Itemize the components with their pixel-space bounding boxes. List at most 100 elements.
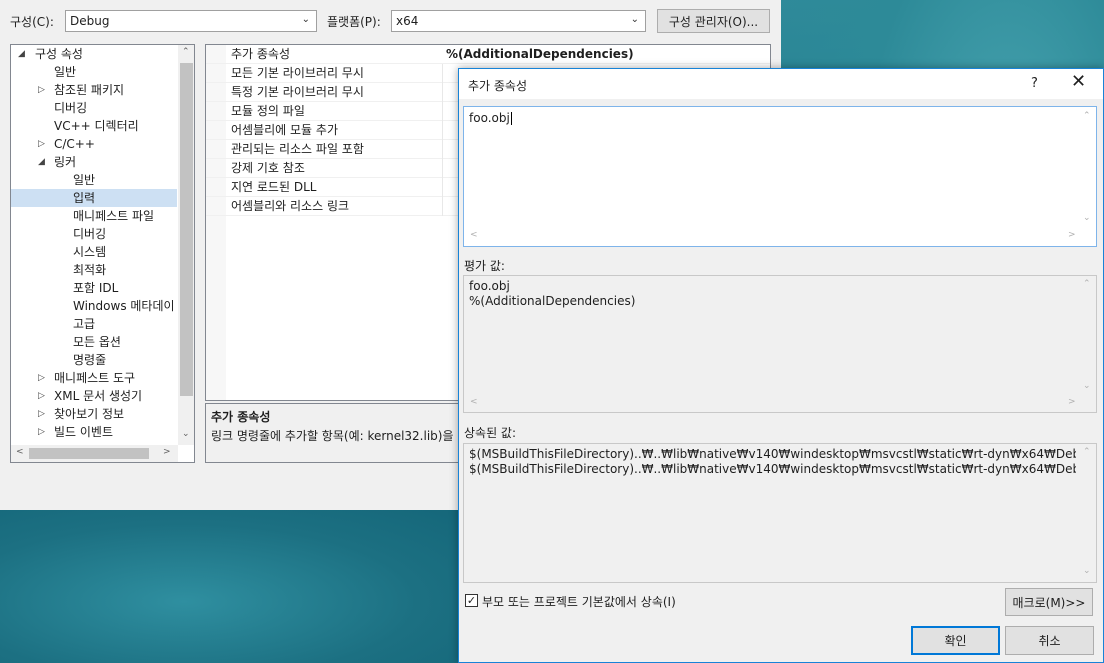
scroll-down-icon[interactable]: ⌄ xyxy=(1083,213,1091,223)
scroll-up-icon[interactable]: ⌃ xyxy=(1083,447,1091,457)
grid-row-name: 어셈블리에 모듈 추가 xyxy=(231,123,338,137)
scroll-up-icon[interactable]: ⌃ xyxy=(182,47,190,57)
cancel-button[interactable]: 취소 xyxy=(1005,626,1094,655)
config-value: Debug xyxy=(70,14,110,28)
macro-button[interactable]: 매크로(M)>> xyxy=(1005,588,1093,616)
scroll-left-icon[interactable]: < xyxy=(16,447,24,457)
platform-combobox[interactable]: x64 ⌄ xyxy=(391,10,646,32)
tree-item[interactable]: 최적화 xyxy=(73,261,106,279)
collapsed-icon[interactable]: ▷ xyxy=(38,139,45,149)
tree-item[interactable]: 입력 xyxy=(73,189,95,207)
scroll-down-icon[interactable]: ⌄ xyxy=(1083,381,1091,391)
tree-item[interactable]: VC++ 디렉터리 xyxy=(54,117,139,135)
grid-row-name: 관리되는 리소스 파일 포함 xyxy=(231,142,364,156)
scroll-right-icon[interactable]: > xyxy=(1068,230,1076,240)
grid-column-separator xyxy=(442,197,443,216)
evaluated-value-box: foo.obj %(AdditionalDependencies) ⌃ ⌄ < … xyxy=(463,275,1097,413)
grid-row-value: %(AdditionalDependencies) xyxy=(446,47,634,61)
collapsed-icon[interactable]: ▷ xyxy=(38,409,45,419)
tree-item[interactable]: 빌드 이벤트 xyxy=(54,423,113,441)
grid-column-separator xyxy=(442,159,443,178)
tree-vertical-scrollbar[interactable]: ⌃ ⌄ xyxy=(178,45,194,445)
expanded-icon[interactable]: ◢ xyxy=(38,157,45,167)
config-label: 구성(C): xyxy=(10,15,54,29)
tree-item[interactable]: 디버깅 xyxy=(73,225,106,243)
tree-item[interactable]: 매니페스트 파일 xyxy=(73,207,154,225)
inherited-value-box: $(MSBuildThisFileDirectory)..₩..₩lib₩nat… xyxy=(463,443,1097,583)
scrollbar-thumb[interactable] xyxy=(29,448,149,459)
platform-label: 플랫폼(P): xyxy=(327,15,381,29)
property-tree: ◢ 구성 속성 일반 ▷ 참조된 패키지 디버깅 VC++ 디렉터리 ▷ C/C++ ◢ 링커 일… xyxy=(10,44,195,463)
edit-value: foo.obj xyxy=(469,111,510,125)
tree-item[interactable]: 일반 xyxy=(54,63,76,81)
grid-column-separator xyxy=(442,121,443,140)
description-title: 추가 종속성 xyxy=(211,410,271,424)
grid-column-separator xyxy=(442,140,443,159)
ok-button[interactable]: 확인 xyxy=(911,626,1000,655)
scroll-right-icon[interactable]: > xyxy=(163,447,171,457)
grid-row-selected[interactable]: 추가 종속성 %(AdditionalDependencies) xyxy=(206,45,770,64)
grid-row-name: 추가 종속성 xyxy=(231,47,291,61)
collapsed-icon[interactable]: ▷ xyxy=(38,373,45,383)
scroll-up-icon[interactable]: ⌃ xyxy=(1083,111,1091,121)
grid-row-name: 지연 로드된 DLL xyxy=(231,180,317,194)
tree-item[interactable]: XML 문서 생성기 xyxy=(54,387,142,405)
grid-column-separator xyxy=(442,178,443,197)
chevron-down-icon: ⌄ xyxy=(301,14,310,25)
collapsed-icon[interactable]: ▷ xyxy=(38,391,45,401)
tree-item[interactable]: 매니페스트 도구 xyxy=(54,369,135,387)
tree-item[interactable]: Windows 메타데이 xyxy=(73,297,175,315)
scroll-up-icon[interactable]: ⌃ xyxy=(1083,279,1091,289)
grid-column-separator xyxy=(442,83,443,102)
tree-item[interactable]: 찾아보기 정보 xyxy=(54,405,124,423)
inherited-line: $(MSBuildThisFileDirectory)..₩..₩lib₩nat… xyxy=(469,447,1076,461)
grid-row-name: 강제 기호 참조 xyxy=(231,161,305,175)
evaluated-line: foo.obj xyxy=(469,279,510,293)
scroll-down-icon[interactable]: ⌄ xyxy=(1083,566,1091,576)
evaluated-value-label: 평가 값: xyxy=(464,259,505,273)
collapsed-icon[interactable]: ▷ xyxy=(38,427,45,437)
inherit-checkbox-label[interactable]: 부모 또는 프로젝트 기본값에서 상속(I) xyxy=(482,593,676,610)
grid-row-name: 특정 기본 라이브러리 무시 xyxy=(231,85,364,99)
config-manager-button[interactable]: 구성 관리자(O)... xyxy=(657,9,770,33)
evaluated-line: %(AdditionalDependencies) xyxy=(469,294,636,308)
config-combobox[interactable]: Debug ⌄ xyxy=(65,10,317,32)
inherited-text-area: $(MSBuildThisFileDirectory)..₩..₩lib₩nat… xyxy=(464,444,1076,582)
tree-item[interactable]: 링커 xyxy=(54,153,76,171)
scroll-left-icon[interactable]: < xyxy=(470,230,478,240)
grid-row-name: 모든 기본 라이브러리 무시 xyxy=(231,66,364,80)
scrollbar-thumb[interactable] xyxy=(180,63,193,396)
grid-column-separator xyxy=(442,102,443,121)
scroll-left-icon[interactable]: < xyxy=(470,397,478,407)
dialog-title: 추가 종속성 xyxy=(468,79,528,93)
tree-item[interactable]: 포함 IDL xyxy=(73,279,118,297)
help-button[interactable]: ? xyxy=(1031,76,1038,91)
close-icon[interactable]: ✕ xyxy=(1071,73,1086,91)
tree-horizontal-scrollbar[interactable]: < > xyxy=(11,445,178,462)
inherited-value-label: 상속된 값: xyxy=(464,426,517,440)
description-text: 링크 명령줄에 추가할 항목(예: kernel32.lib)을 xyxy=(211,429,454,443)
text-cursor xyxy=(510,112,512,125)
inherited-line: $(MSBuildThisFileDirectory)..₩..₩lib₩nat… xyxy=(469,462,1076,476)
additional-dependencies-dialog: 추가 종속성 ? ✕ foo.obj ⌃ ⌄ < > 평가 값: foo.obj… xyxy=(458,68,1104,663)
platform-value: x64 xyxy=(396,14,419,28)
tree-item[interactable]: 고급 xyxy=(73,315,95,333)
grid-row-name: 어셈블리와 리소스 링크 xyxy=(231,199,350,213)
dialog-titlebar[interactable]: 추가 종속성 ? ✕ xyxy=(459,69,1103,99)
desktop-background-lower xyxy=(0,510,460,663)
grid-row-name: 모듈 정의 파일 xyxy=(231,104,305,118)
tree-item[interactable]: 시스템 xyxy=(73,243,106,261)
expanded-icon[interactable]: ◢ xyxy=(18,49,25,59)
scroll-down-icon[interactable]: ⌄ xyxy=(182,429,190,439)
scroll-right-icon[interactable]: > xyxy=(1068,397,1076,407)
tree-item[interactable]: 참조된 패키지 xyxy=(54,81,124,99)
dependencies-edit-box[interactable]: foo.obj ⌃ ⌄ < > xyxy=(463,106,1097,247)
collapsed-icon[interactable]: ▷ xyxy=(38,85,45,95)
tree-item[interactable]: 일반 xyxy=(73,171,95,189)
tree-item[interactable]: 명령줄 xyxy=(73,351,106,369)
inherit-checkbox[interactable]: ✓ xyxy=(465,594,478,607)
tree-item[interactable]: 모든 옵션 xyxy=(73,333,121,351)
tree-root-label[interactable]: 구성 속성 xyxy=(35,45,83,63)
tree-item[interactable]: 디버깅 xyxy=(54,99,87,117)
tree-item[interactable]: C/C++ xyxy=(54,135,95,153)
